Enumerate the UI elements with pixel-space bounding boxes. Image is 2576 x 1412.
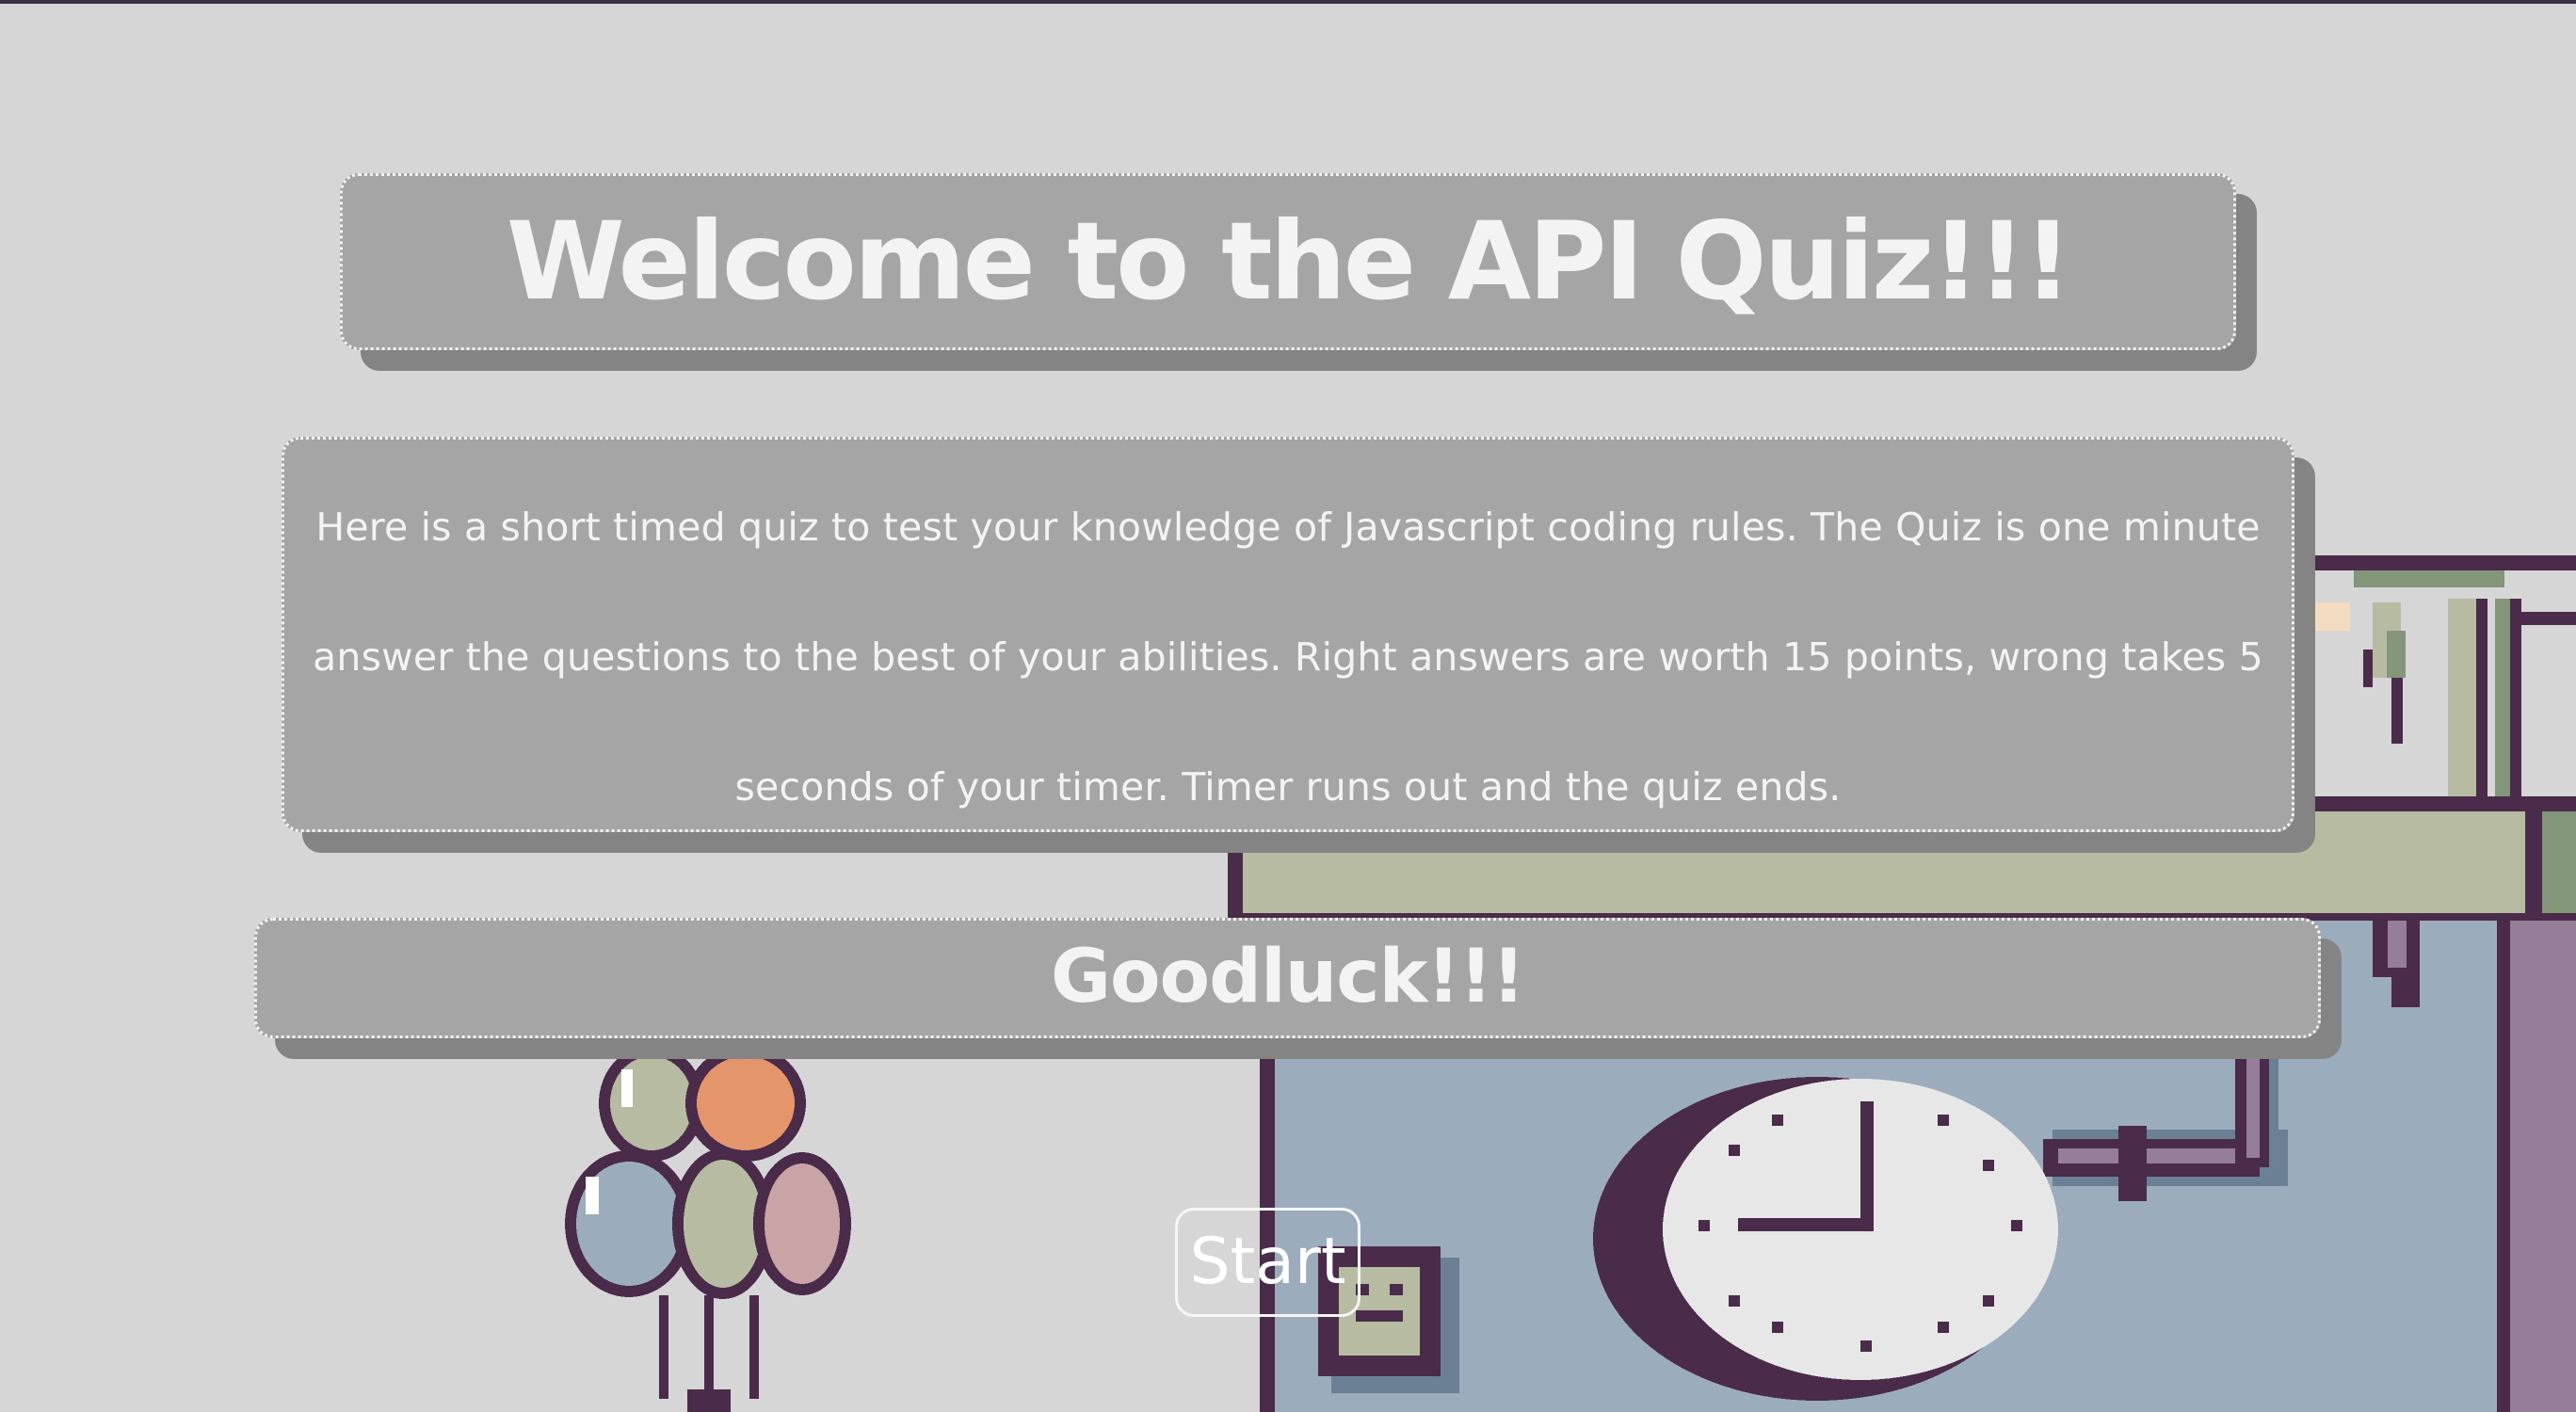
start-button[interactable]: Start [1175, 1208, 1360, 1317]
goodluck-heading: Goodluck!!! [1050, 935, 1525, 1019]
balloons-icon [565, 1045, 851, 1412]
description-panel: Here is a short timed quiz to test your … [282, 437, 2294, 832]
goodluck-panel: Goodluck!!! [254, 918, 2321, 1038]
shelf-with-plants [2297, 555, 2576, 828]
quiz-description: Here is a short timed quiz to test your … [313, 505, 2263, 810]
page-title: Welcome to the API Quiz!!! [506, 199, 2072, 324]
title-panel: Welcome to the API Quiz!!! [340, 173, 2236, 350]
